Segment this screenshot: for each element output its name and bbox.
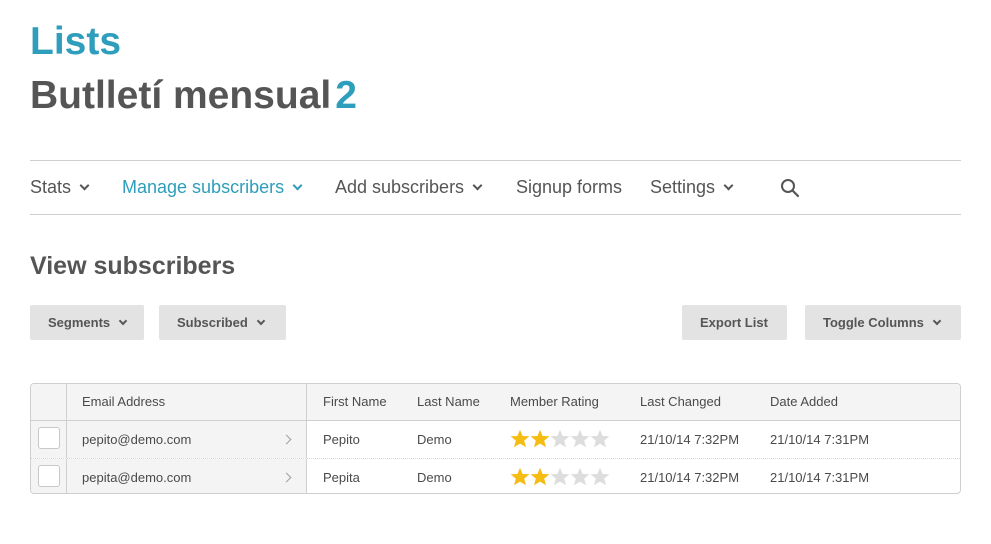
chevron-down-icon xyxy=(256,316,266,326)
column-header-email[interactable]: Email Address xyxy=(82,384,165,421)
chevron-down-icon xyxy=(472,180,483,191)
star-empty-icon xyxy=(550,429,570,448)
toggle-columns-button[interactable]: Toggle Columns xyxy=(805,305,961,340)
chevron-down-icon xyxy=(292,180,303,191)
chevron-down-icon xyxy=(79,180,90,191)
star-empty-icon xyxy=(550,467,570,486)
chevron-down-icon xyxy=(118,316,128,326)
star-filled-icon xyxy=(510,467,530,486)
list-nav: Stats Manage subscribers Add subscribers… xyxy=(30,160,961,215)
member-rating xyxy=(510,467,610,487)
view-subscribers-heading: View subscribers xyxy=(30,252,236,280)
email-cell[interactable]: pepita@demo.com xyxy=(82,459,191,493)
nav-signup-forms[interactable]: Signup forms xyxy=(516,161,622,214)
star-empty-icon xyxy=(570,429,590,448)
star-filled-icon xyxy=(530,429,550,448)
star-empty-icon xyxy=(590,467,610,486)
page-section-title[interactable]: Lists xyxy=(30,18,121,66)
date-added-cell: 21/10/14 7:31PM xyxy=(770,432,870,447)
subscribed-filter-button[interactable]: Subscribed xyxy=(159,305,286,340)
email-cell[interactable]: pepito@demo.com xyxy=(82,421,191,458)
list-title: Butlletí mensual 2 xyxy=(30,72,357,120)
row-checkbox[interactable] xyxy=(38,427,60,449)
column-header-last-name[interactable]: Last Name xyxy=(417,384,480,421)
nav-stats-label: Stats xyxy=(30,177,72,197)
table-header-row: Email Address First Name Last Name Membe… xyxy=(31,384,960,421)
table-row[interactable]: pepito@demo.com Pepito Demo 21/10/14 7:3… xyxy=(31,421,960,458)
first-name-cell: Pepita xyxy=(323,470,360,485)
nav-manage-subscribers-label: Manage subscribers xyxy=(122,177,285,197)
table-row[interactable]: pepita@demo.com Pepita Demo 21/10/14 7:3… xyxy=(31,458,960,493)
column-header-date-added[interactable]: Date Added xyxy=(770,384,838,421)
segments-button[interactable]: Segments xyxy=(30,305,144,340)
chevron-down-icon xyxy=(723,180,734,191)
row-checkbox[interactable] xyxy=(38,465,60,487)
nav-manage-subscribers[interactable]: Manage subscribers xyxy=(122,161,303,214)
star-empty-icon xyxy=(590,429,610,448)
last-changed-cell: 21/10/14 7:32PM xyxy=(640,432,740,447)
last-name-cell: Demo xyxy=(417,470,452,485)
star-empty-icon xyxy=(570,467,590,486)
subscribers-table: Email Address First Name Last Name Membe… xyxy=(30,383,961,494)
nav-add-subscribers[interactable]: Add subscribers xyxy=(335,161,483,214)
nav-settings[interactable]: Settings xyxy=(650,161,734,214)
column-header-last-changed[interactable]: Last Changed xyxy=(640,384,721,421)
export-list-label: Export List xyxy=(700,315,768,330)
list-count: 2 xyxy=(335,74,357,117)
date-added-cell: 21/10/14 7:31PM xyxy=(770,470,870,485)
first-name-cell: Pepito xyxy=(323,432,360,447)
select-all-column xyxy=(31,384,67,420)
nav-signup-forms-label: Signup forms xyxy=(516,177,623,197)
export-list-button[interactable]: Export List xyxy=(682,305,787,340)
last-name-cell: Demo xyxy=(417,432,452,447)
segments-button-label: Segments xyxy=(48,315,111,330)
last-changed-cell: 21/10/14 7:32PM xyxy=(640,470,740,485)
column-header-first-name[interactable]: First Name xyxy=(323,384,387,421)
nav-add-subscribers-label: Add subscribers xyxy=(335,177,465,197)
toggle-columns-label: Toggle Columns xyxy=(823,315,924,330)
search-icon[interactable] xyxy=(780,178,800,198)
chevron-down-icon xyxy=(932,316,942,326)
subscribed-button-label: Subscribed xyxy=(177,315,248,330)
nav-settings-label: Settings xyxy=(650,177,716,197)
column-header-member-rating[interactable]: Member Rating xyxy=(510,384,599,421)
star-filled-icon xyxy=(530,467,550,486)
star-filled-icon xyxy=(510,429,530,448)
member-rating xyxy=(510,429,610,449)
list-name: Butlletí mensual xyxy=(30,74,332,117)
nav-stats[interactable]: Stats xyxy=(30,161,90,214)
